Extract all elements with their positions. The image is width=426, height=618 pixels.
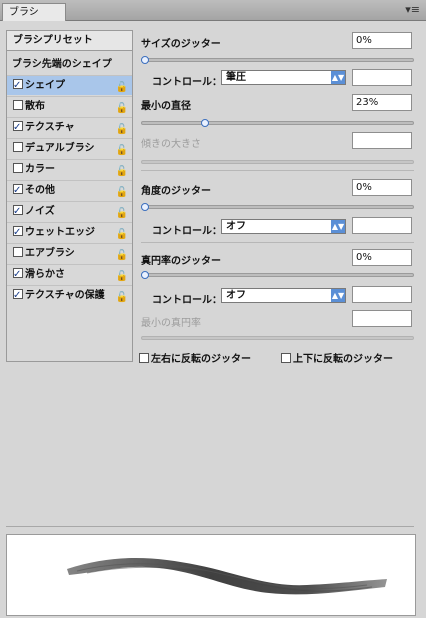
tab-brush[interactable]: ブラシ	[2, 3, 66, 21]
roundness-jitter-slider-thumb[interactable]	[141, 271, 149, 279]
lock-icon[interactable]: 🔓	[116, 225, 128, 245]
lock-icon[interactable]: 🔓	[116, 183, 128, 203]
brush-option-item[interactable]: テクスチャの保護 🔓	[7, 285, 132, 308]
lock-icon[interactable]: 🔓	[116, 141, 128, 161]
lock-icon[interactable]: 🔓	[116, 288, 128, 308]
brush-option-item[interactable]: シェイプ 🔓	[7, 75, 132, 98]
brush-option-item[interactable]: デュアルブラシ 🔓	[7, 138, 132, 158]
checkbox-icon	[139, 353, 149, 363]
brush-option-label: その他	[25, 185, 55, 196]
brush-tip-shape-item[interactable]: ブラシ先端のシェイプ	[7, 57, 132, 73]
angle-jitter-label: 角度のジッター	[141, 186, 211, 197]
lock-icon[interactable]: 🔓	[116, 204, 128, 224]
brush-option-label: ノイズ	[25, 206, 55, 217]
angle-control-label: コントロール：	[152, 226, 222, 237]
brush-option-label: 散布	[25, 101, 45, 112]
min-roundness-label: 最小の真円率	[141, 318, 201, 329]
checkbox-icon[interactable]	[13, 163, 23, 173]
angle-jitter-slider-thumb[interactable]	[141, 203, 149, 211]
flip-x-jitter-label: 左右に反転のジッター	[151, 354, 251, 365]
lock-icon[interactable]: 🔓	[116, 267, 128, 287]
brush-option-item[interactable]: その他 🔓	[7, 180, 132, 203]
angle-control-select[interactable]: オフ ▲▼	[221, 219, 346, 234]
angle-control-value: オフ	[226, 221, 246, 232]
roundness-control-label: コントロール：	[152, 295, 222, 306]
size-jitter-slider[interactable]	[141, 56, 414, 64]
brush-option-item[interactable]: ウェットエッジ 🔓	[7, 222, 132, 245]
dropdown-arrow-icon: ▲▼	[331, 289, 345, 302]
size-jitter-value[interactable]: 0%	[352, 32, 412, 49]
checkbox-icon[interactable]	[13, 100, 23, 110]
divider	[6, 526, 414, 527]
panel-menu-icon[interactable]: ▾≡	[405, 3, 420, 16]
size-control-fade-field[interactable]	[352, 69, 412, 86]
brush-option-item[interactable]: テクスチャ 🔓	[7, 117, 132, 140]
dropdown-arrow-icon: ▲▼	[331, 220, 345, 233]
brush-options-list: ブラシプリセット ブラシ先端のシェイプ シェイプ🔓散布🔓テクスチャ🔓デュアルブラ…	[6, 30, 133, 362]
divider	[141, 242, 414, 243]
brush-option-item[interactable]: 滑らかさ 🔓	[7, 264, 132, 287]
panel-titlebar: ブラシ ▾≡	[0, 0, 426, 21]
checkbox-icon[interactable]	[13, 181, 23, 201]
brush-option-item[interactable]: エアブラシ 🔓	[7, 243, 132, 263]
brush-option-label: テクスチャ	[25, 122, 75, 133]
brush-option-label: ウェットエッジ	[25, 227, 95, 238]
brush-option-label: エアブラシ	[25, 248, 75, 259]
roundness-control-fade-field[interactable]	[352, 286, 412, 303]
checkbox-icon[interactable]	[13, 223, 23, 243]
min-diameter-slider[interactable]	[141, 119, 414, 127]
checkbox-icon	[281, 353, 291, 363]
brush-stroke-preview	[6, 534, 416, 616]
size-control-label: コントロール：	[152, 77, 222, 88]
flip-x-jitter-checkbox[interactable]: 左右に反転のジッター	[139, 350, 251, 365]
size-jitter-label: サイズのジッター	[141, 39, 221, 50]
lock-icon[interactable]: 🔓	[116, 246, 128, 266]
checkbox-icon[interactable]	[13, 76, 23, 96]
min-roundness-slider	[141, 336, 414, 340]
roundness-jitter-label: 真円率のジッター	[141, 256, 221, 267]
tilt-scale-slider	[141, 160, 414, 164]
brush-presets-button[interactable]: ブラシプリセット	[7, 31, 132, 51]
min-roundness-value	[352, 310, 412, 327]
brush-option-label: カラー	[25, 164, 55, 175]
checkbox-icon[interactable]	[13, 142, 23, 152]
brush-option-item[interactable]: 散布 🔓	[7, 96, 132, 116]
flip-y-jitter-checkbox[interactable]: 上下に反転のジッター	[281, 350, 393, 365]
brush-option-label: デュアルブラシ	[25, 143, 95, 154]
lock-icon[interactable]: 🔓	[116, 78, 128, 98]
angle-jitter-slider[interactable]	[141, 203, 414, 211]
roundness-jitter-slider[interactable]	[141, 271, 414, 279]
checkbox-icon[interactable]	[13, 118, 23, 138]
size-control-select[interactable]: 筆圧 ▲▼	[221, 70, 346, 85]
brush-stroke-preview-image	[67, 558, 387, 595]
roundness-control-value: オフ	[226, 290, 246, 301]
roundness-jitter-value[interactable]: 0%	[352, 249, 412, 266]
divider	[141, 170, 414, 171]
brush-option-label: テクスチャの保護	[25, 290, 105, 301]
checkbox-icon[interactable]	[13, 286, 23, 306]
angle-control-fade-field[interactable]	[352, 217, 412, 234]
lock-icon[interactable]: 🔓	[116, 120, 128, 140]
size-jitter-slider-thumb[interactable]	[141, 56, 149, 64]
brush-option-item[interactable]: ノイズ 🔓	[7, 201, 132, 224]
size-control-value: 筆圧	[226, 72, 246, 83]
checkbox-icon[interactable]	[13, 265, 23, 285]
angle-jitter-value[interactable]: 0%	[352, 179, 412, 196]
brush-option-item[interactable]: カラー 🔓	[7, 159, 132, 179]
min-diameter-label: 最小の直径	[141, 101, 191, 112]
brush-option-label: シェイプ	[25, 80, 65, 91]
flip-y-jitter-label: 上下に反転のジッター	[293, 354, 393, 365]
lock-icon[interactable]: 🔓	[116, 99, 128, 119]
checkbox-icon[interactable]	[13, 202, 23, 222]
brush-option-label: 滑らかさ	[25, 269, 65, 280]
checkbox-icon[interactable]	[13, 247, 23, 257]
min-diameter-slider-thumb[interactable]	[201, 119, 209, 127]
lock-icon[interactable]: 🔓	[116, 162, 128, 182]
roundness-control-select[interactable]: オフ ▲▼	[221, 288, 346, 303]
tilt-scale-label: 傾きの大きさ	[141, 139, 201, 150]
min-diameter-value[interactable]: 23%	[352, 94, 412, 111]
dropdown-arrow-icon: ▲▼	[331, 71, 345, 84]
tilt-scale-value	[352, 132, 412, 149]
